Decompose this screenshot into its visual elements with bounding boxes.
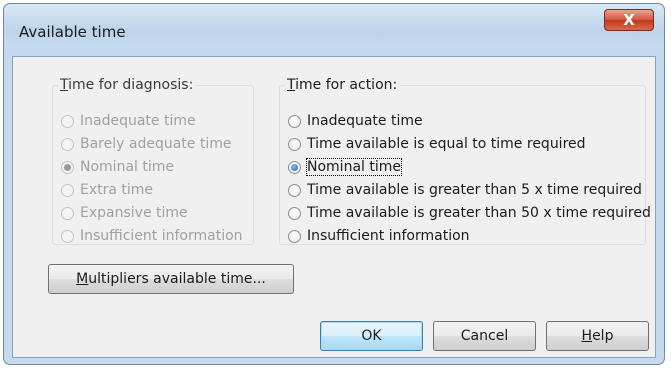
radio-icon[interactable]	[288, 229, 301, 243]
diagnosis-option-barely-adequate: Barely adequate time	[61, 134, 231, 154]
action-option-insufficient[interactable]: Insufficient information	[288, 226, 470, 246]
diagnosis-option-extra: Extra time	[61, 180, 153, 200]
ok-button[interactable]: OK	[320, 321, 423, 351]
action-group: Time for action: Inadequate time Time av…	[279, 77, 651, 246]
close-button[interactable]: X	[604, 9, 654, 31]
action-option-nominal[interactable]: Nominal time	[288, 157, 402, 177]
radio-icon[interactable]	[288, 183, 301, 197]
multipliers-button[interactable]: Multipliers available time...	[48, 264, 294, 294]
diagnosis-option-inadequate: Inadequate time	[61, 111, 196, 131]
diagnosis-option-nominal: Nominal time	[61, 157, 174, 177]
action-option-equal[interactable]: Time available is equal to time required	[288, 134, 586, 154]
dialog-window: Available time X Time for diagnosis: Ina…	[3, 3, 665, 365]
radio-checked-icon[interactable]	[288, 160, 301, 174]
help-button[interactable]: Help	[546, 321, 649, 351]
action-legend: Time for action:	[287, 77, 398, 93]
diagnosis-option-expansive: Expansive time	[61, 203, 188, 223]
window-title: Available time	[19, 23, 126, 41]
diagnosis-option-insufficient: Insufficient information	[61, 226, 243, 246]
radio-icon	[61, 229, 74, 243]
radio-icon[interactable]	[288, 206, 301, 220]
action-option-inadequate[interactable]: Inadequate time	[288, 111, 423, 131]
cancel-button[interactable]: Cancel	[433, 321, 536, 351]
action-option-greater-5x[interactable]: Time available is greater than 5 x time …	[288, 180, 642, 200]
radio-icon	[61, 114, 74, 128]
radio-icon	[61, 137, 74, 151]
radio-icon	[61, 183, 74, 197]
dialog-body: Time for diagnosis: Inadequate time Bare…	[12, 56, 656, 358]
action-option-greater-50x[interactable]: Time available is greater than 50 x time…	[288, 203, 651, 223]
diagnosis-group: Time for diagnosis: Inadequate time Bare…	[52, 77, 254, 245]
radio-icon[interactable]	[288, 114, 301, 128]
radio-checked-icon	[61, 160, 74, 174]
diagnosis-legend: Time for diagnosis:	[60, 77, 194, 93]
close-icon: X	[623, 11, 635, 29]
radio-icon[interactable]	[288, 137, 301, 151]
radio-icon	[61, 206, 74, 220]
